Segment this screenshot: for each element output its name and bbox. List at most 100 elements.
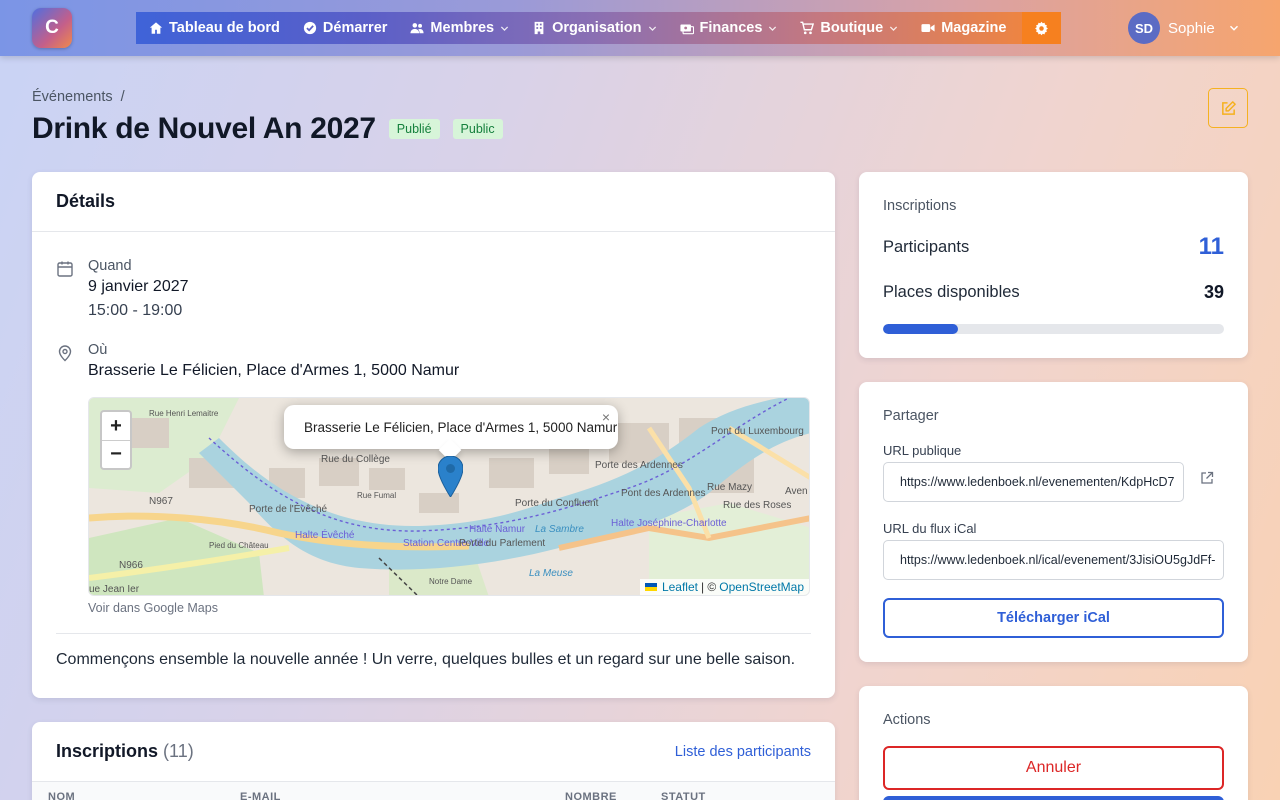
map-label: Porte du Parlement <box>459 538 545 549</box>
nav-label: Magazine <box>941 20 1007 36</box>
column-header[interactable]: NOMBRE <box>565 791 661 800</box>
map-label: Porte des Ardennes <box>595 460 683 471</box>
map-label: Rue du Collège <box>321 454 390 465</box>
osm-link[interactable]: OpenStreetMap <box>719 580 804 594</box>
map-label: Pied du Château <box>209 541 269 550</box>
column-header[interactable]: STATUT <box>661 791 706 800</box>
participants-label: Participants <box>883 237 970 256</box>
nav-item-dashboard[interactable]: Tableau de bord <box>136 12 290 44</box>
map-label: ue Jean Ier <box>89 584 140 595</box>
public-url-label: URL publique <box>883 443 962 458</box>
nav-item-organisation[interactable]: Organisation <box>519 12 666 44</box>
registrations-header: Inscriptions (11) Liste des participants <box>32 722 835 782</box>
registrations-title: Inscriptions (11) <box>56 741 194 762</box>
map-label: Pont des Ardennes <box>621 488 706 499</box>
table-header: NOM E-MAIL NOMBRE STATUT <box>32 782 835 800</box>
settings-button[interactable] <box>1022 12 1062 44</box>
nav-label: Membres <box>430 20 495 36</box>
video-icon <box>921 24 935 32</box>
chevron-down-icon <box>769 25 777 31</box>
attribution-separator: | © <box>700 580 717 594</box>
map-label: Porte du Confluent <box>515 498 599 509</box>
money-icon <box>679 24 694 35</box>
secondary-action-button[interactable] <box>883 796 1224 800</box>
status-badge-public: Public <box>452 119 503 139</box>
map-popup: Brasserie Le Félicien, Place d'Armes 1, … <box>284 405 618 449</box>
event-date: 9 janvier 2027 <box>88 278 189 295</box>
where-section: Où Brasserie Le Félicien, Place d'Armes … <box>56 342 459 380</box>
capacity-progress-bar <box>883 324 1224 334</box>
map-zoom-control: + − <box>100 410 132 470</box>
edit-icon <box>1221 100 1236 115</box>
nav-item-shop[interactable]: Boutique <box>787 12 908 44</box>
breadcrumb-events-link[interactable]: Événements <box>32 89 113 105</box>
when-section: Quand 9 janvier 2027 15:00 - 19:00 <box>56 258 189 320</box>
chevron-down-icon <box>890 25 898 31</box>
map-label: Halte Joséphine-Charlotte <box>611 518 727 529</box>
map-label: Rue des Roses <box>723 500 791 511</box>
leaflet-link[interactable]: Leaflet <box>662 580 698 594</box>
main-menu: Tableau de bord Démarrer Membres Organis… <box>136 12 1062 44</box>
event-description: Commençons ensemble la nouvelle année ! … <box>56 651 796 668</box>
registrations-card: Inscriptions (11) Liste des participants… <box>32 722 835 800</box>
download-ical-button[interactable]: Télécharger iCal <box>883 598 1224 638</box>
status-badge-published: Publié <box>388 119 440 139</box>
column-header[interactable]: E-MAIL <box>240 791 565 800</box>
nav-label: Démarrer <box>322 20 388 36</box>
edit-event-button[interactable] <box>1208 88 1248 128</box>
map-label: Aven <box>785 486 808 497</box>
user-menu[interactable]: SD Sophie <box>1128 12 1239 44</box>
app-logo[interactable]: C <box>32 8 72 48</box>
zoom-in-button[interactable]: + <box>102 412 130 440</box>
map-marker-icon[interactable] <box>438 456 463 497</box>
participants-list-link[interactable]: Liste des participants <box>675 744 811 760</box>
nav-item-magazine[interactable]: Magazine <box>908 12 1016 44</box>
check-circle-icon <box>303 21 317 35</box>
participants-count: 11 <box>1198 233 1224 260</box>
map-label: Rue Henri Lemaitre <box>149 409 219 418</box>
google-maps-link[interactable]: Voir dans Google Maps <box>88 601 218 615</box>
nav-item-members[interactable]: Membres <box>397 12 519 44</box>
places-count: 39 <box>1203 282 1224 302</box>
location-pin-icon <box>58 345 72 362</box>
stats-title: Inscriptions <box>883 198 957 214</box>
nav-item-finances[interactable]: Finances <box>667 12 788 44</box>
nav-label: Tableau de bord <box>169 20 280 36</box>
map-label: La Sambre <box>535 524 584 535</box>
column-header[interactable]: NOM <box>48 791 240 800</box>
breadcrumb-separator: / <box>120 89 125 105</box>
actions-title: Actions <box>883 712 931 728</box>
places-row: Places disponibles 39 <box>883 282 1224 303</box>
ical-url-label: URL du flux iCal <box>883 521 977 536</box>
details-card: Détails Quand 9 janvier 2027 15:00 - 19:… <box>32 172 835 698</box>
chevron-down-icon <box>500 25 509 31</box>
cart-icon <box>800 21 815 35</box>
public-url-field[interactable]: https://www.ledenboek.nl/evenementen/Kdp… <box>883 462 1184 502</box>
close-icon[interactable]: × <box>602 409 610 425</box>
map-attribution: Leaflet | © OpenStreetMap <box>639 579 809 595</box>
map-label: Rue Fumal <box>357 491 396 500</box>
places-label: Places disponibles <box>883 283 1020 301</box>
zoom-out-button[interactable]: − <box>102 440 130 468</box>
map-label: N966 <box>119 560 143 571</box>
map-label: Halte Évêché <box>295 528 355 541</box>
divider <box>56 633 811 634</box>
users-icon <box>410 23 424 34</box>
location-map[interactable]: Rue du Collège Porte de l'Évêché Halte É… <box>88 397 810 596</box>
ical-url-field[interactable]: https://www.ledenboek.nl/ical/evenement/… <box>883 540 1224 580</box>
nav-label: Finances <box>699 20 763 36</box>
event-time: 15:00 - 19:00 <box>88 302 183 319</box>
map-label: La Meuse <box>529 568 573 579</box>
chevron-down-icon <box>1229 25 1238 31</box>
home-icon <box>149 22 163 34</box>
external-link-icon[interactable] <box>1200 471 1214 485</box>
cancel-event-button[interactable]: Annuler <box>883 746 1224 790</box>
user-name: Sophie <box>1168 19 1215 37</box>
nav-label: Boutique <box>820 20 884 36</box>
where-label: Où <box>88 342 108 358</box>
map-popup-text: Brasserie Le Félicien, Place d'Armes 1, … <box>304 419 618 435</box>
calendar-icon <box>57 261 73 277</box>
nav-item-start[interactable]: Démarrer <box>290 12 398 44</box>
participants-row: Participants 11 <box>883 233 1224 261</box>
registrations-count: (11) <box>163 741 194 761</box>
